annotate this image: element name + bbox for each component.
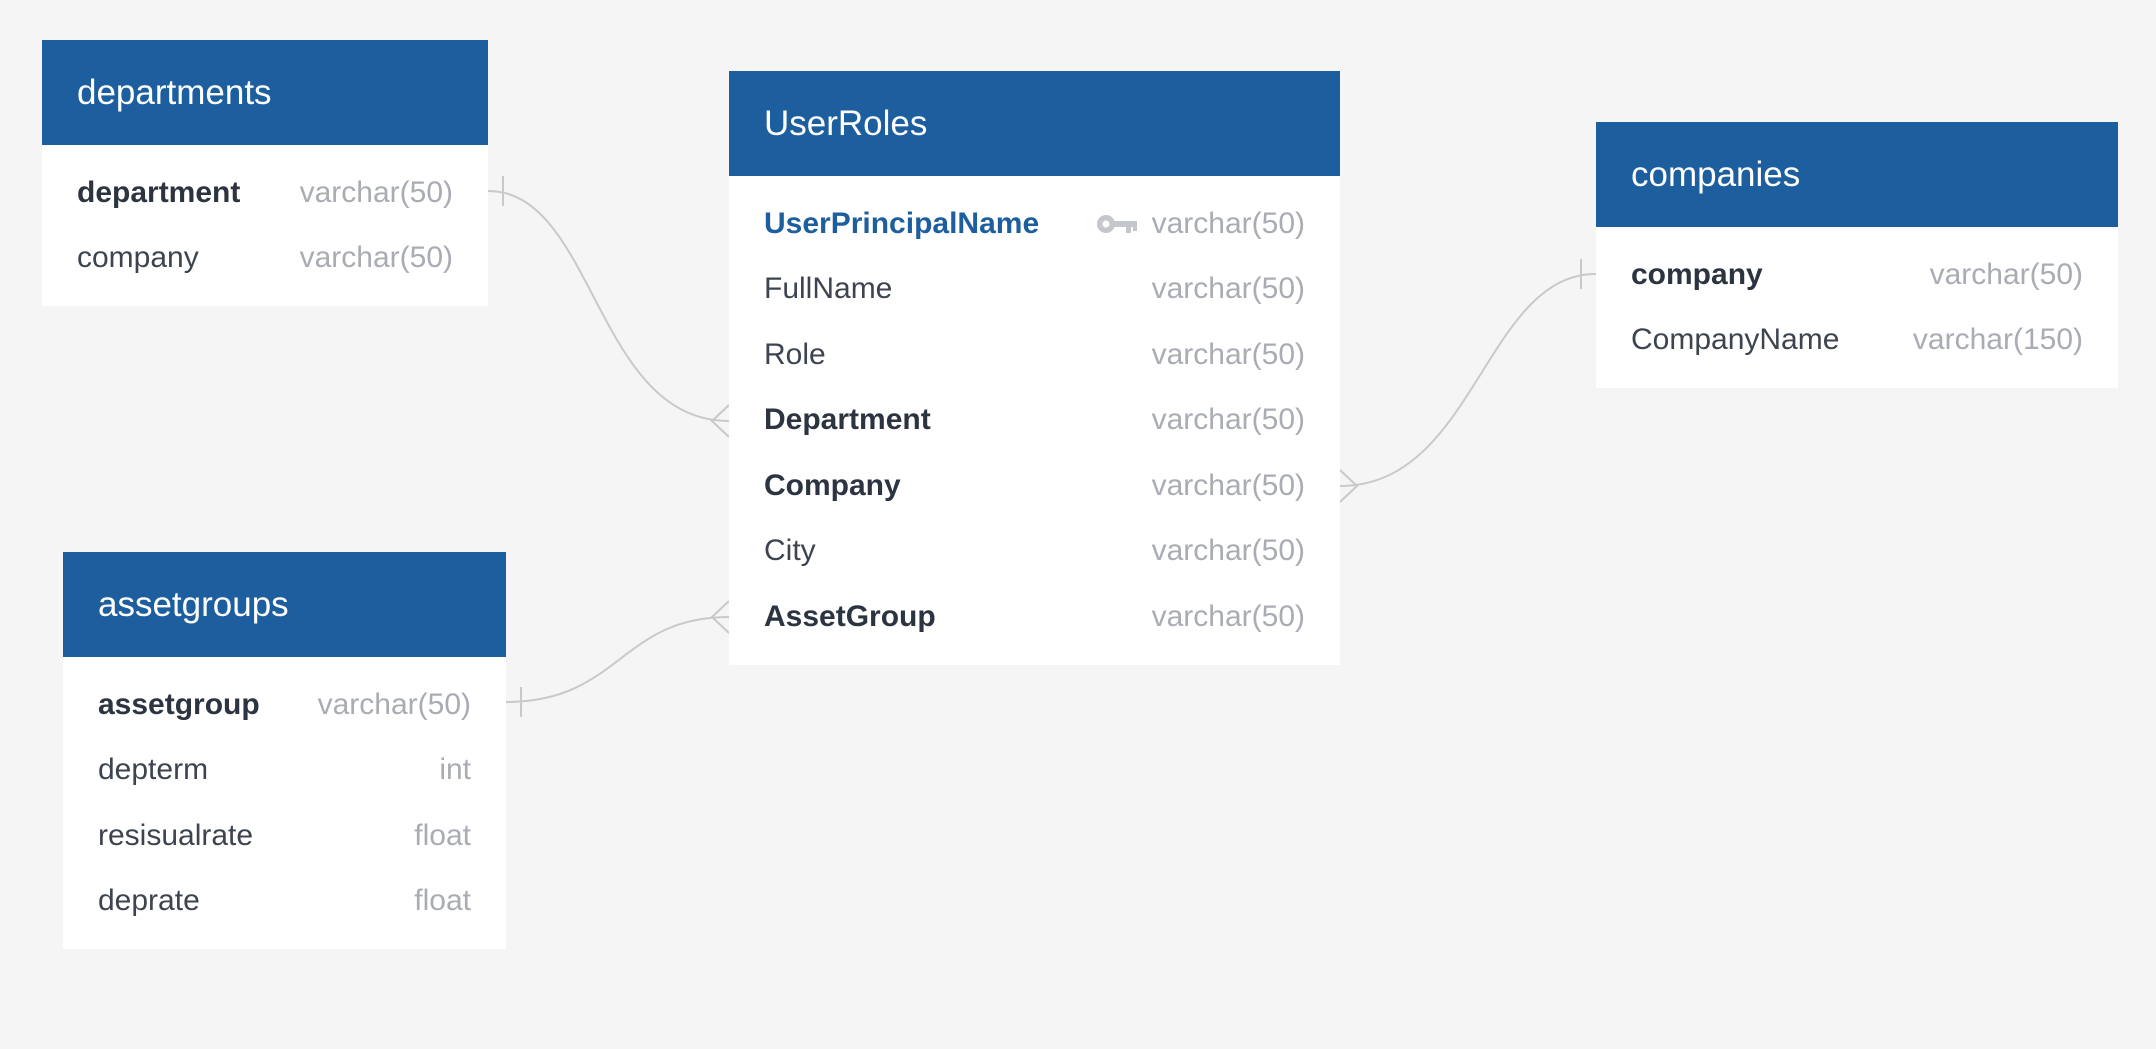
table-companies[interactable]: companies company varchar(50) CompanyNam… <box>1596 122 2118 388</box>
column-name: department <box>77 175 241 209</box>
column-type: varchar(50) <box>299 175 453 209</box>
column-type: varchar(50) <box>1151 403 1305 437</box>
column-type-group: varchar(50) <box>1096 207 1305 241</box>
table-userroles[interactable]: UserRoles UserPrincipalName varchar(50) … <box>729 71 1340 665</box>
column-type: varchar(50) <box>1151 337 1305 371</box>
table-header[interactable]: UserRoles <box>729 71 1340 176</box>
column-row[interactable]: resisualrate float <box>63 803 506 869</box>
column-name: company <box>1631 257 1763 291</box>
column-type: int <box>439 753 471 787</box>
column-type: varchar(50) <box>1151 468 1305 502</box>
relationship-line[interactable] <box>505 616 730 703</box>
table-header[interactable]: assetgroups <box>63 552 506 657</box>
column-name: Department <box>764 403 931 437</box>
relationship-line[interactable] <box>487 190 730 422</box>
column-row[interactable]: Role varchar(50) <box>729 322 1340 388</box>
column-type: varchar(50) <box>1151 599 1305 633</box>
column-name: FullName <box>764 272 893 306</box>
key-icon <box>1096 214 1137 233</box>
column-type: varchar(50) <box>299 241 453 275</box>
table-header[interactable]: companies <box>1596 122 2118 227</box>
column-name: UserPrincipalName <box>764 206 1040 240</box>
column-name: CompanyName <box>1631 323 1840 357</box>
column-type: varchar(50) <box>1151 206 1305 240</box>
column-name: Role <box>764 337 826 371</box>
column-name: company <box>77 241 199 275</box>
column-row[interactable]: depterm int <box>63 738 506 804</box>
column-row[interactable]: FullName varchar(50) <box>729 257 1340 323</box>
relationship-companies-userroles[interactable] <box>1339 259 1597 503</box>
column-type: varchar(150) <box>1912 323 2083 357</box>
column-type: float <box>414 818 471 852</box>
er-diagram-canvas: departments department varchar(50) compa… <box>0 0 2156 1049</box>
column-type: varchar(50) <box>1929 257 2083 291</box>
relationship-departments-userroles[interactable] <box>487 176 730 438</box>
column-row[interactable]: Department varchar(50) <box>729 388 1340 454</box>
column-row[interactable]: AssetGroup varchar(50) <box>729 584 1340 650</box>
column-row[interactable]: department varchar(50) <box>42 160 488 226</box>
table-departments[interactable]: departments department varchar(50) compa… <box>42 40 488 306</box>
column-type: varchar(50) <box>1151 272 1305 306</box>
column-name: Company <box>764 468 901 502</box>
relationship-assetgroups-userroles[interactable] <box>505 600 730 717</box>
column-row[interactable]: City varchar(50) <box>729 519 1340 585</box>
column-name: deprate <box>98 884 200 918</box>
table-assetgroups[interactable]: assetgroups assetgroup varchar(50) depte… <box>63 552 506 949</box>
column-name: depterm <box>98 753 209 787</box>
table-header[interactable]: departments <box>42 40 488 145</box>
column-row[interactable]: deprate float <box>63 869 506 935</box>
column-type: float <box>414 884 471 918</box>
column-name: City <box>764 534 816 568</box>
column-row[interactable]: assetgroup varchar(50) <box>63 672 506 738</box>
column-name: resisualrate <box>98 818 254 852</box>
column-row[interactable]: company varchar(50) <box>42 226 488 292</box>
relationship-line[interactable] <box>1339 273 1597 487</box>
column-row[interactable]: CompanyName varchar(150) <box>1596 308 2118 374</box>
column-row[interactable]: UserPrincipalName varchar(50) <box>729 191 1340 257</box>
column-name: assetgroup <box>98 687 260 721</box>
column-name: AssetGroup <box>764 599 936 633</box>
column-type: varchar(50) <box>1151 534 1305 568</box>
column-row[interactable]: company varchar(50) <box>1596 242 2118 308</box>
column-row[interactable]: Company varchar(50) <box>729 453 1340 519</box>
column-type: varchar(50) <box>317 687 471 721</box>
